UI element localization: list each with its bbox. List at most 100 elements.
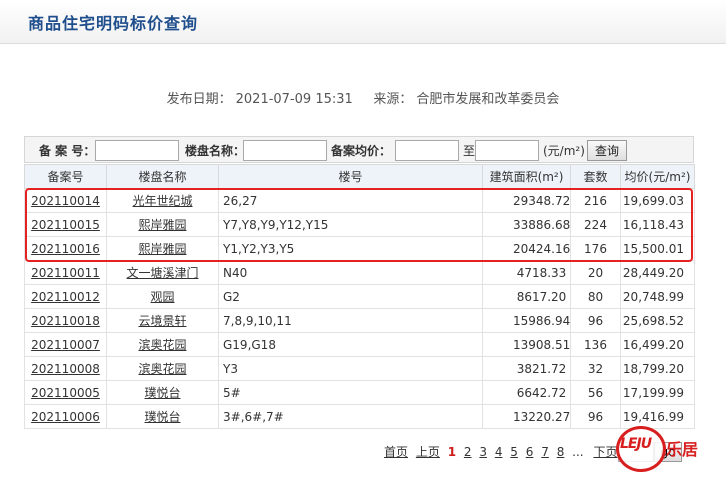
pagination: 首页 上页 1 2 3 4 5 6 7 8 ... 下页 末页 — [384, 443, 653, 460]
publish-source-label: 来源： — [373, 92, 413, 107]
floor-area-cell: 15986.94 — [482, 308, 571, 333]
record-number-link[interactable]: 202110011 — [31, 266, 100, 280]
project-name-link[interactable]: 璞悦台 — [144, 386, 180, 400]
avg-price-label: 备案均价： — [331, 144, 392, 158]
publish-source: 合肥市发展和改革委员会 — [416, 92, 560, 107]
unit-count-cell: 80 — [570, 284, 621, 309]
unit-count-cell: 176 — [570, 236, 621, 261]
page-link-2[interactable]: 2 — [464, 445, 472, 459]
building-cell: Y7,Y8,Y9,Y12,Y15 — [218, 212, 483, 237]
table-row: 202110007 滨奥花园 G19,G18 13908.51 136 16,4… — [24, 332, 695, 357]
record-number-link[interactable]: 202110018 — [31, 314, 100, 328]
prev-page-link[interactable]: 上页 — [416, 445, 440, 459]
table-header-row: 备案号 楼盘名称 楼号 建筑面积(m²) 套数 均价(元/m²) — [24, 164, 695, 189]
unit-count-cell: 216 — [570, 188, 621, 213]
page-ellipsis: ... — [572, 445, 584, 459]
avg-price-cell: 17,199.99 — [620, 380, 695, 405]
col-header-floor-area: 建筑面积(m²) — [482, 164, 571, 189]
avg-price-max-input[interactable] — [475, 140, 539, 161]
record-number-link[interactable]: 202110007 — [31, 338, 100, 352]
building-cell: N40 — [218, 260, 483, 285]
table-row: 202110011 文一塘溪津门 N40 4718.33 20 28,449.2… — [24, 260, 695, 285]
price-unit-label: (元/m²) — [543, 144, 585, 158]
record-number-link[interactable]: 202110008 — [31, 362, 100, 376]
table-row: 202110005 璞悦台 5# 6642.72 56 17,199.99 — [24, 380, 695, 405]
page-link-4[interactable]: 4 — [495, 445, 503, 459]
record-number-label: 备 案 号： — [39, 144, 96, 158]
avg-price-cell: 20,748.99 — [620, 284, 695, 309]
unit-count-cell: 96 — [570, 404, 621, 429]
project-name-link[interactable]: 云境景轩 — [138, 314, 186, 328]
floor-area-cell: 6642.72 — [482, 380, 571, 405]
unit-count-cell: 224 — [570, 212, 621, 237]
record-number-link[interactable]: 202110015 — [31, 218, 100, 232]
page-link-3[interactable]: 3 — [479, 445, 487, 459]
building-cell: G2 — [218, 284, 483, 309]
table-row: 202110012 观园 G2 8617.20 80 20,748.99 — [24, 284, 695, 309]
record-number-link[interactable]: 202110006 — [31, 410, 100, 424]
avg-price-cell: 16,499.20 — [620, 332, 695, 357]
page-link-7[interactable]: 7 — [541, 445, 549, 459]
record-number-link[interactable]: 202110014 — [31, 194, 100, 208]
floor-area-cell: 13220.27 — [482, 404, 571, 429]
floor-area-cell: 13908.51 — [482, 332, 571, 357]
search-button[interactable]: 查询 — [587, 140, 627, 161]
avg-price-cell: 19,699.03 — [620, 188, 695, 213]
page-link-8[interactable]: 8 — [557, 445, 565, 459]
table-row: 202110014 光年世纪城 26,27 29348.72 216 19,69… — [24, 188, 695, 213]
leju-logo: LEJU 乐居 — [616, 424, 726, 476]
table-row: 202110015 熙岸雅园 Y7,Y8,Y9,Y12,Y15 33886.68… — [24, 212, 695, 237]
avg-price-cell: 25,698.52 — [620, 308, 695, 333]
project-name-link[interactable]: 光年世纪城 — [132, 194, 192, 208]
unit-count-cell: 96 — [570, 308, 621, 333]
project-name-input[interactable] — [243, 140, 327, 161]
avg-price-min-input[interactable] — [395, 140, 459, 161]
building-cell: 7,8,9,10,11 — [218, 308, 483, 333]
title-bar: 商品住宅明码标价查询 — [0, 0, 726, 44]
table-row: 202110016 熙岸雅园 Y1,Y2,Y3,Y5 20424.16 176 … — [24, 236, 695, 261]
col-header-unit-count: 套数 — [570, 164, 621, 189]
table-row: 202110008 滨奥花园 Y3 3821.72 32 18,799.20 — [24, 356, 695, 381]
unit-count-cell: 32 — [570, 356, 621, 381]
publish-date: 2021-07-09 15:31 — [235, 92, 353, 107]
floor-area-cell: 3821.72 — [482, 356, 571, 381]
avg-price-cell: 18,799.20 — [620, 356, 695, 381]
page-link-6[interactable]: 6 — [526, 445, 534, 459]
building-cell: Y1,Y2,Y3,Y5 — [218, 236, 483, 261]
first-page-link[interactable]: 首页 — [384, 445, 408, 459]
col-header-record-number: 备案号 — [24, 164, 107, 189]
building-cell: G19,G18 — [218, 332, 483, 357]
table-row: 202110006 璞悦台 3#,6#,7# 13220.27 96 19,41… — [24, 404, 695, 429]
building-cell: 5# — [218, 380, 483, 405]
project-name-link[interactable]: 璞悦台 — [144, 410, 180, 424]
logo-chinese-text: 乐居 — [666, 440, 699, 459]
publish-date-label: 发布日期： — [166, 92, 232, 107]
page-title: 商品住宅明码标价查询 — [28, 14, 199, 33]
project-name-link[interactable]: 滨奥花园 — [138, 362, 186, 376]
project-name-link[interactable]: 熙岸雅园 — [138, 218, 186, 232]
building-cell: Y3 — [218, 356, 483, 381]
page-link-5[interactable]: 5 — [510, 445, 518, 459]
col-header-avg-price: 均价(元/m²) — [620, 164, 695, 189]
record-number-input[interactable] — [95, 140, 179, 161]
project-name-link[interactable]: 熙岸雅园 — [138, 242, 186, 256]
avg-price-cell: 16,118.43 — [620, 212, 695, 237]
floor-area-cell: 8617.20 — [482, 284, 571, 309]
record-number-link[interactable]: 202110012 — [31, 290, 100, 304]
unit-count-cell: 20 — [570, 260, 621, 285]
floor-area-cell: 33886.68 — [482, 212, 571, 237]
record-number-link[interactable]: 202110005 — [31, 386, 100, 400]
floor-area-cell: 29348.72 — [482, 188, 571, 213]
floor-area-cell: 4718.33 — [482, 260, 571, 285]
project-name-link[interactable]: 观园 — [150, 290, 174, 304]
unit-count-cell: 136 — [570, 332, 621, 357]
floor-area-cell: 20424.16 — [482, 236, 571, 261]
project-name-link[interactable]: 滨奥花园 — [138, 338, 186, 352]
price-table: 备案号 楼盘名称 楼号 建筑面积(m²) 套数 均价(元/m²) 2021100… — [24, 164, 695, 429]
record-number-link[interactable]: 202110016 — [31, 242, 100, 256]
unit-count-cell: 56 — [570, 380, 621, 405]
next-page-link[interactable]: 下页 — [593, 445, 617, 459]
project-name-link[interactable]: 文一塘溪津门 — [126, 266, 198, 280]
search-bar: 备 案 号： 楼盘名称： 备案均价： 至 (元/m²) 查询 — [24, 136, 694, 163]
table-row: 202110018 云境景轩 7,8,9,10,11 15986.94 96 2… — [24, 308, 695, 333]
